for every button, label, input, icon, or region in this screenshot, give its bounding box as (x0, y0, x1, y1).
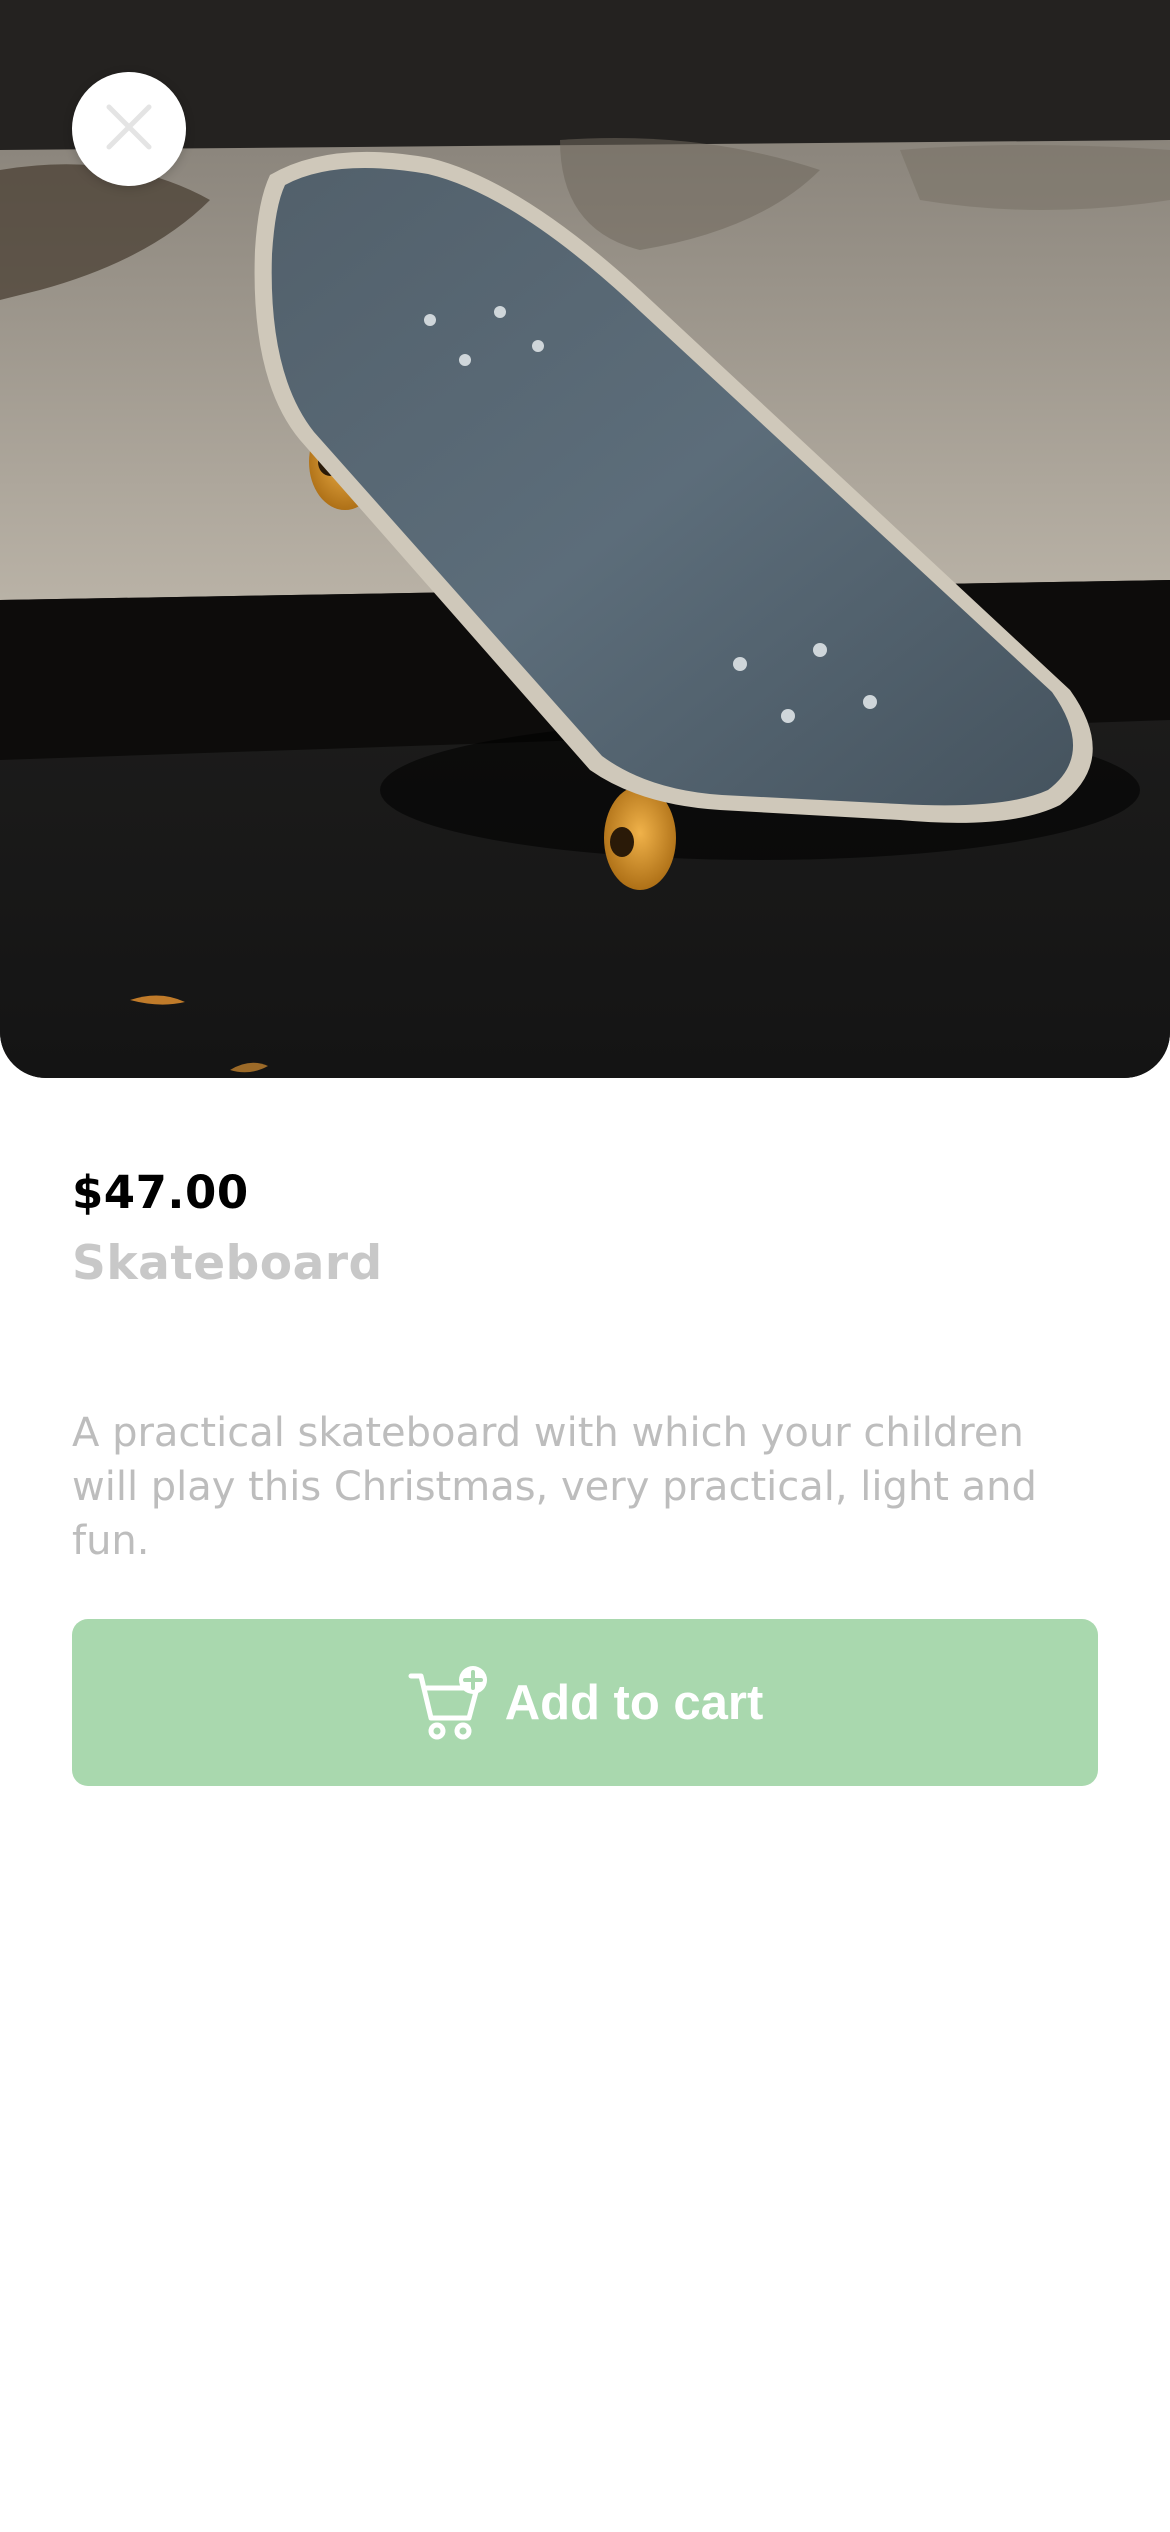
product-description: A practical skateboard with which your c… (72, 1410, 1037, 1564)
add-to-cart-label: Add to cart (504, 1675, 764, 1730)
product-name: Skateboard (72, 1236, 383, 1291)
close-icon (101, 99, 157, 159)
product-price: $47.00 (72, 1166, 249, 1219)
cart-plus-icon (407, 1664, 491, 1742)
add-to-cart-button[interactable]: Add to cart (72, 1619, 1098, 1786)
product-detail-screen: $47.00 Skateboard A practical skateboard… (0, 0, 1170, 2532)
close-button[interactable] (72, 72, 186, 186)
